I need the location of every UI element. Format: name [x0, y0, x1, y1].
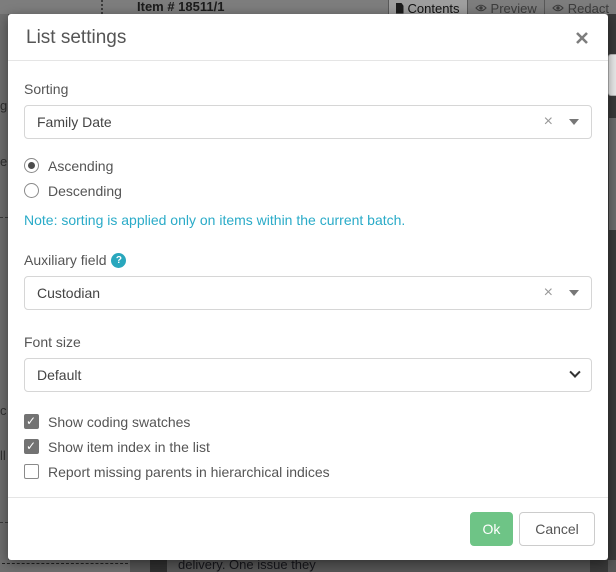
checkbox-icon[interactable]: [24, 414, 39, 429]
document-text-fragment: delivery. One issue they: [178, 560, 316, 572]
background-tree-strip: g e c ll: [0, 14, 8, 560]
auxiliary-value: Custodian: [37, 285, 544, 301]
font-size-select[interactable]: Default: [24, 358, 592, 392]
viewer-tabs: Contents Preview Redact: [388, 0, 616, 14]
sorting-note: Note: sorting is applied only on items w…: [24, 212, 592, 228]
checkbox-coding-swatches[interactable]: Show coding swatches: [24, 409, 592, 434]
checkbox-icon[interactable]: [24, 439, 39, 454]
clear-icon[interactable]: ×: [544, 285, 553, 301]
splitter-dots: [101, 0, 103, 14]
background-scrollbar-strip: [608, 14, 616, 572]
scrollbar-thumb[interactable]: [609, 118, 616, 230]
radio-ascending[interactable]: Ascending: [24, 153, 592, 178]
item-number-label: Item # 18511/1: [137, 0, 224, 14]
eye-icon: [475, 4, 487, 12]
ok-button[interactable]: Ok: [470, 512, 513, 546]
eye-icon: [552, 4, 564, 12]
checkbox-label: Report missing parents in hierarchical i…: [48, 464, 330, 480]
chevron-down-icon[interactable]: [569, 119, 579, 125]
list-settings-dialog: List settings Sorting Family Date × Asce…: [8, 14, 608, 560]
chevron-down-icon[interactable]: [569, 290, 579, 296]
tab-contents[interactable]: Contents: [388, 0, 467, 14]
checkbox-label: Show coding swatches: [48, 414, 190, 430]
background-panel-fragment: [608, 54, 616, 96]
dialog-title: List settings: [26, 27, 126, 49]
checkbox-label: Show item index in the list: [48, 439, 210, 455]
radio-label: Ascending: [48, 158, 113, 174]
font-size-label: Font size: [24, 334, 592, 350]
close-icon[interactable]: [572, 28, 592, 48]
clear-icon[interactable]: ×: [544, 114, 553, 130]
sorting-label: Sorting: [24, 81, 592, 97]
dialog-footer: Ok Cancel: [8, 497, 608, 560]
sorting-select[interactable]: Family Date ×: [24, 105, 592, 139]
background-document-strip: delivery. One issue they: [0, 560, 616, 572]
checkbox-icon[interactable]: [24, 464, 39, 479]
auxiliary-select[interactable]: Custodian ×: [24, 276, 592, 310]
radio-icon[interactable]: [24, 158, 39, 173]
radio-icon[interactable]: [24, 183, 39, 198]
tab-redact[interactable]: Redact: [544, 0, 616, 14]
checkbox-item-index[interactable]: Show item index in the list: [24, 434, 592, 459]
radio-label: Descending: [48, 183, 122, 199]
tab-preview[interactable]: Preview: [467, 0, 544, 14]
cancel-button[interactable]: Cancel: [519, 512, 595, 546]
file-icon: [396, 3, 404, 14]
background-toolbar: Item # 18511/1 Contents Preview Redact: [0, 0, 616, 14]
auxiliary-field-label: Auxiliary field ?: [24, 252, 592, 268]
dialog-header: List settings: [8, 14, 608, 61]
radio-descending[interactable]: Descending: [24, 178, 592, 203]
sorting-value: Family Date: [37, 114, 544, 130]
help-icon[interactable]: ?: [111, 253, 126, 268]
options-group: Show coding swatches Show item index in …: [24, 409, 592, 484]
sort-direction-group: Ascending Descending: [24, 153, 592, 203]
font-size-value: Default: [37, 367, 81, 383]
chevron-down-icon: [569, 367, 580, 378]
checkbox-missing-parents[interactable]: Report missing parents in hierarchical i…: [24, 459, 592, 484]
